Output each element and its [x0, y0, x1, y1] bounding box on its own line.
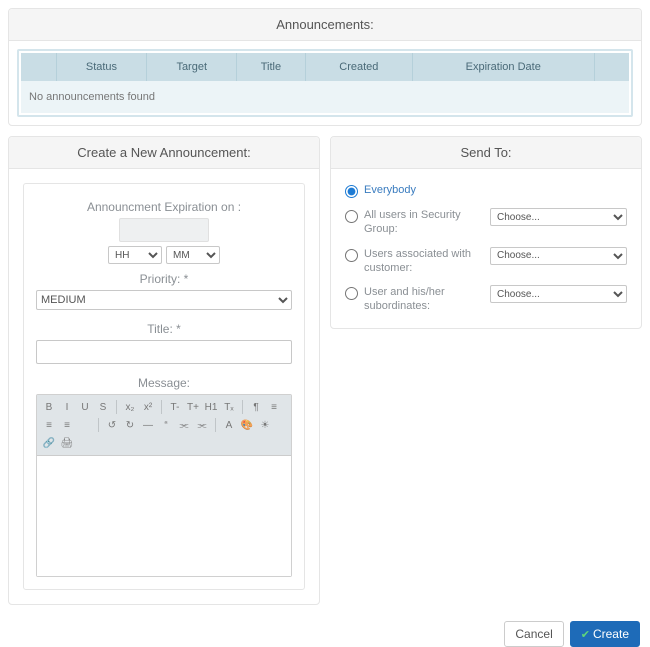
select-security-group[interactable]: Choose... — [490, 208, 627, 226]
blank-icon[interactable] — [77, 417, 93, 433]
message-editor: B I U S x₂ x² T- T+ H1 Tₓ — [36, 394, 292, 577]
font-decrease-icon[interactable]: T- — [167, 399, 183, 415]
superscript-icon[interactable]: x² — [140, 399, 156, 415]
print-icon[interactable]: 🖨 — [59, 435, 75, 451]
send-to-options: Everybody All users in Security Group: C… — [345, 183, 627, 314]
clear-format-icon[interactable]: Tₓ — [221, 399, 237, 415]
select-customer[interactable]: Choose... — [490, 247, 627, 265]
check-icon: ✔ — [581, 628, 590, 641]
radio-security-group[interactable] — [345, 210, 358, 223]
col-target[interactable]: Target — [147, 53, 237, 81]
list-ul-icon[interactable]: ≡ — [266, 399, 282, 415]
heading-icon[interactable]: H1 — [203, 399, 219, 415]
subscript-icon[interactable]: x₂ — [122, 399, 138, 415]
priority-label: Priority: * — [36, 272, 292, 286]
underline-icon[interactable]: U — [77, 399, 93, 415]
header-spacer-right — [594, 53, 629, 81]
hr-icon[interactable]: — — [140, 417, 156, 433]
align-icon[interactable]: ≡ — [59, 417, 75, 433]
title-field-label: Title: * — [36, 322, 292, 336]
create-announcement-panel: Create a New Announcement: Announcment E… — [8, 136, 320, 605]
create-button-label: Create — [593, 627, 629, 641]
radio-row-everybody: Everybody — [345, 183, 627, 198]
expiration-hour-select[interactable]: HH — [108, 246, 162, 264]
cancel-button[interactable]: Cancel — [504, 621, 563, 647]
highlight-icon[interactable]: ☀ — [257, 417, 273, 433]
title-input[interactable] — [36, 340, 292, 364]
undo-icon[interactable]: ↺ — [104, 417, 120, 433]
table-empty-row: No announcements found — [21, 81, 629, 113]
col-status[interactable]: Status — [56, 53, 147, 81]
toolbar-separator — [161, 400, 162, 414]
select-subordinates[interactable]: Choose... — [490, 285, 627, 303]
bg-color-icon[interactable]: 🎨 — [239, 417, 255, 433]
toolbar-separator — [98, 418, 99, 432]
expiration-minute-select[interactable]: MM — [166, 246, 220, 264]
col-created[interactable]: Created — [305, 53, 412, 81]
page-title: Announcements: — [9, 9, 641, 41]
header-spacer-left — [21, 53, 56, 81]
message-textarea[interactable] — [37, 456, 291, 576]
quote-icon[interactable]: “ — [158, 417, 174, 433]
radio-row-security-group: All users in Security Group: Choose... — [345, 208, 627, 237]
toolbar-separator — [242, 400, 243, 414]
radio-row-subordinates: User and his/her subordinates: Choose... — [345, 285, 627, 314]
create-panel-title: Create a New Announcement: — [9, 137, 319, 169]
strike-icon[interactable]: S — [95, 399, 111, 415]
expiration-date-input[interactable] — [119, 218, 209, 242]
label-customer: Users associated with customer: — [364, 247, 484, 276]
radio-customer[interactable] — [345, 249, 358, 262]
label-everybody: Everybody — [364, 183, 484, 197]
italic-icon[interactable]: I — [59, 399, 75, 415]
table-header-row: Status Target Title Created Expiration D… — [21, 53, 629, 81]
font-increase-icon[interactable]: T+ — [185, 399, 201, 415]
indent-icon[interactable]: ⫘ — [194, 417, 210, 433]
radio-row-customer: Users associated with customer: Choose..… — [345, 247, 627, 276]
announcements-panel: Announcements: Status Target Title Creat… — [8, 8, 642, 126]
create-button[interactable]: ✔ Create — [570, 621, 640, 647]
radio-subordinates[interactable] — [345, 287, 358, 300]
col-title[interactable]: Title — [237, 53, 306, 81]
outdent-icon[interactable]: ⫘ — [176, 417, 192, 433]
toolbar-separator — [116, 400, 117, 414]
footer-buttons: Cancel ✔ Create — [8, 621, 642, 647]
link-icon[interactable]: 🔗 — [41, 435, 57, 451]
send-to-title: Send To: — [331, 137, 641, 169]
col-expiration[interactable]: Expiration Date — [412, 53, 594, 81]
label-subordinates: User and his/her subordinates: — [364, 285, 484, 314]
message-label: Message: — [36, 376, 292, 390]
toolbar-separator — [215, 418, 216, 432]
list-ol-icon[interactable]: ≡ — [41, 417, 57, 433]
expiration-label: Announcment Expiration on : — [36, 200, 292, 214]
announcements-table-wrapper: Status Target Title Created Expiration D… — [17, 49, 633, 117]
radio-everybody[interactable] — [345, 185, 358, 198]
paragraph-icon[interactable]: ¶ — [248, 399, 264, 415]
create-form: Announcment Expiration on : HH MM Priori… — [23, 183, 305, 590]
font-color-icon[interactable]: A — [221, 417, 237, 433]
bold-icon[interactable]: B — [41, 399, 57, 415]
announcements-table: Status Target Title Created Expiration D… — [21, 53, 629, 113]
send-to-panel: Send To: Everybody All users in Security… — [330, 136, 642, 329]
redo-icon[interactable]: ↻ — [122, 417, 138, 433]
label-security-group: All users in Security Group: — [364, 208, 484, 237]
editor-toolbar: B I U S x₂ x² T- T+ H1 Tₓ — [37, 395, 291, 456]
priority-select[interactable]: MEDIUM — [36, 290, 292, 310]
empty-message: No announcements found — [21, 81, 629, 113]
